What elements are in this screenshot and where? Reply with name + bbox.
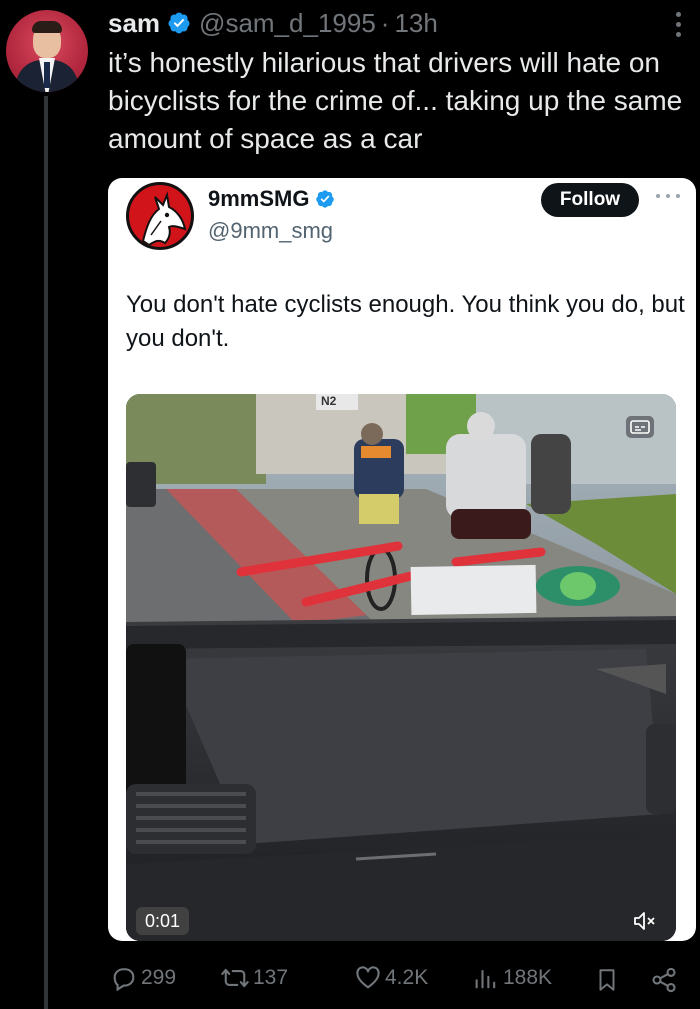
views-icon [475, 969, 496, 989]
author-name[interactable]: sam [108, 8, 160, 39]
repost-count: 137 [253, 966, 289, 989]
share-icon[interactable] [650, 966, 678, 994]
views-count: 188K [503, 966, 553, 989]
more-horizontal-icon[interactable] [656, 194, 680, 200]
horse-logo-icon [141, 191, 187, 247]
post-text: it’s honestly hilarious that drivers wil… [108, 47, 683, 154]
quoted-post-text: You don't hate cyclists enough. You thin… [126, 291, 685, 352]
avatar-hair [32, 21, 62, 33]
repost-button[interactable]: 137 [220, 964, 288, 992]
reply-button[interactable]: 299 [110, 964, 176, 992]
thread-line [44, 96, 48, 1009]
repost-icon [221, 968, 249, 988]
quoted-author-handle[interactable]: @9mm_smg [208, 218, 333, 244]
verified-badge-icon [316, 190, 335, 208]
author-handle[interactable]: @sam_d_1995 [199, 8, 376, 39]
like-count: 4.2K [385, 966, 429, 989]
quoted-author-name[interactable]: 9mmSMG [208, 186, 309, 212]
video-timestamp: 0:01 [136, 907, 190, 935]
captions-icon[interactable] [626, 416, 654, 438]
quoted-author-name-row[interactable]: 9mmSMG [208, 186, 343, 212]
bookmark-icon[interactable] [594, 966, 620, 994]
like-icon [356, 966, 380, 989]
post-time[interactable]: 13h [394, 8, 437, 39]
post-header: sam @sam_d_1995 · 13h [108, 6, 438, 40]
quoted-avatar[interactable] [126, 182, 194, 250]
video-player[interactable]: N2 0:01 [126, 394, 676, 941]
reply-count: 299 [141, 966, 177, 989]
author-avatar[interactable] [6, 10, 88, 92]
more-vertical-icon[interactable] [674, 12, 682, 40]
views-button[interactable]: 188K [472, 964, 552, 992]
mute-icon[interactable] [632, 909, 658, 933]
avatar-tie [44, 62, 50, 88]
video-plate-text: N2 [321, 394, 337, 408]
action-bar: 299 137 4.2K 188K [108, 956, 698, 1000]
separator-dot: · [380, 7, 390, 38]
like-button[interactable]: 4.2K [354, 964, 428, 992]
quoted-post-card[interactable]: 9mmSMG @9mm_smg Follow You don't hate cy… [108, 178, 696, 941]
reply-icon [113, 968, 135, 992]
verified-badge-icon [168, 12, 190, 34]
follow-button[interactable]: Follow [541, 183, 639, 217]
video-frame [126, 394, 676, 941]
